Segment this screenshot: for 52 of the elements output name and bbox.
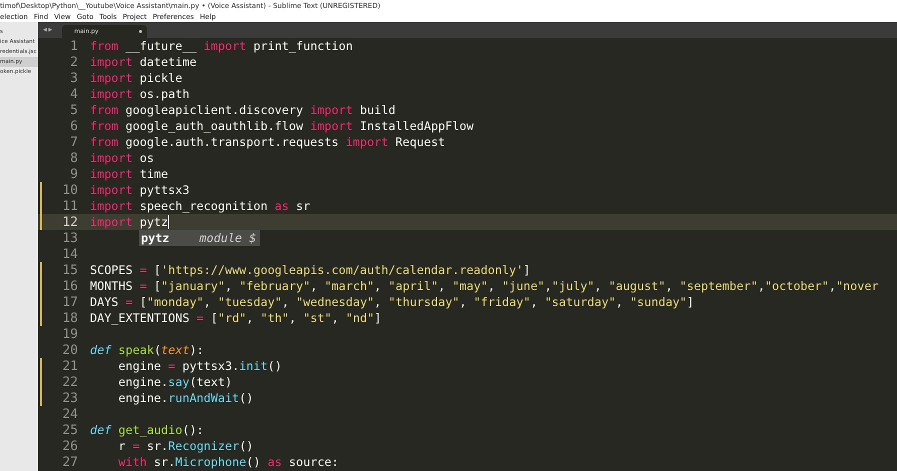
line-number: 3: [70, 70, 78, 86]
line-number: 12: [62, 214, 78, 230]
code-line: MONTHS = ["january", "february", "march", "april", "may", "june","july", "august", "september","october","nover: [90, 279, 879, 293]
code-line: import speech_recognition as sr: [90, 199, 310, 213]
line-number: 27: [62, 454, 78, 470]
line-number: 1: [70, 38, 78, 54]
code-line: from google.auth.transport.requests import Request: [90, 135, 446, 149]
code-line: import os: [90, 151, 154, 165]
code-line: def get_audio():: [90, 423, 204, 437]
line-number: 19: [62, 326, 78, 342]
code-line: with sr.Microphone() as source:: [117, 455, 339, 469]
code-line: SCOPES = ['https://www.googleapis.com/auth/calendar.readonly']: [90, 263, 530, 277]
line-number: 15: [62, 262, 78, 278]
code-line: def speak(text):: [90, 343, 204, 357]
line-number: 8: [70, 150, 78, 166]
code-line: import datetime: [90, 55, 197, 69]
line-number: 7: [70, 134, 78, 150]
line-number: 24: [62, 406, 78, 422]
code-line: DAYS = ["monday", "tuesday", "wednesday", "thursday", "friday", "saturday", "sunday"]: [90, 295, 694, 309]
line-number: 26: [62, 438, 78, 454]
line-number: 11: [62, 198, 78, 214]
code-line: import pickle: [90, 71, 182, 85]
line-number: 10: [62, 182, 78, 198]
line-number: 6: [70, 118, 78, 134]
line-number: 17: [62, 294, 78, 310]
line-number: 23: [62, 390, 78, 406]
line-number: 2: [70, 54, 78, 70]
code-line: import pyttsx3: [90, 183, 190, 197]
line-number: 20: [62, 342, 78, 358]
code-line: engine = pyttsx3.init(): [117, 359, 282, 373]
autocomplete-item[interactable]: pytz module $: [139, 230, 260, 246]
code-line: import pytz: [90, 215, 168, 229]
line-number: 21: [62, 358, 78, 374]
text-cursor: [168, 215, 170, 229]
code-line: r = sr.Recognizer(): [117, 439, 254, 453]
code-line: import time: [90, 167, 168, 181]
line-number: 14: [62, 246, 78, 262]
code-line: engine.runAndWait(): [117, 391, 254, 405]
line-number: 18: [62, 310, 78, 326]
line-number: 4: [70, 86, 78, 102]
line-number: 5: [70, 102, 78, 118]
line-number: 16: [62, 278, 78, 294]
code-line: import os.path: [90, 87, 190, 101]
code-line: from google_auth_oauthlib.flow import InstalledAppFlow: [90, 119, 474, 133]
line-number: 9: [70, 166, 78, 182]
line-number: 13: [62, 230, 78, 246]
line-number: 25: [62, 422, 78, 438]
code-line: DAY_EXTENTIONS = ["rd", "th", "st", "nd"]: [90, 311, 382, 325]
code-line: engine.say(text): [117, 375, 232, 389]
code-line: from googleapiclient.discovery import build: [90, 103, 396, 117]
line-number: 22: [62, 374, 78, 390]
code-line: from __future__ import print_function: [90, 39, 353, 53]
